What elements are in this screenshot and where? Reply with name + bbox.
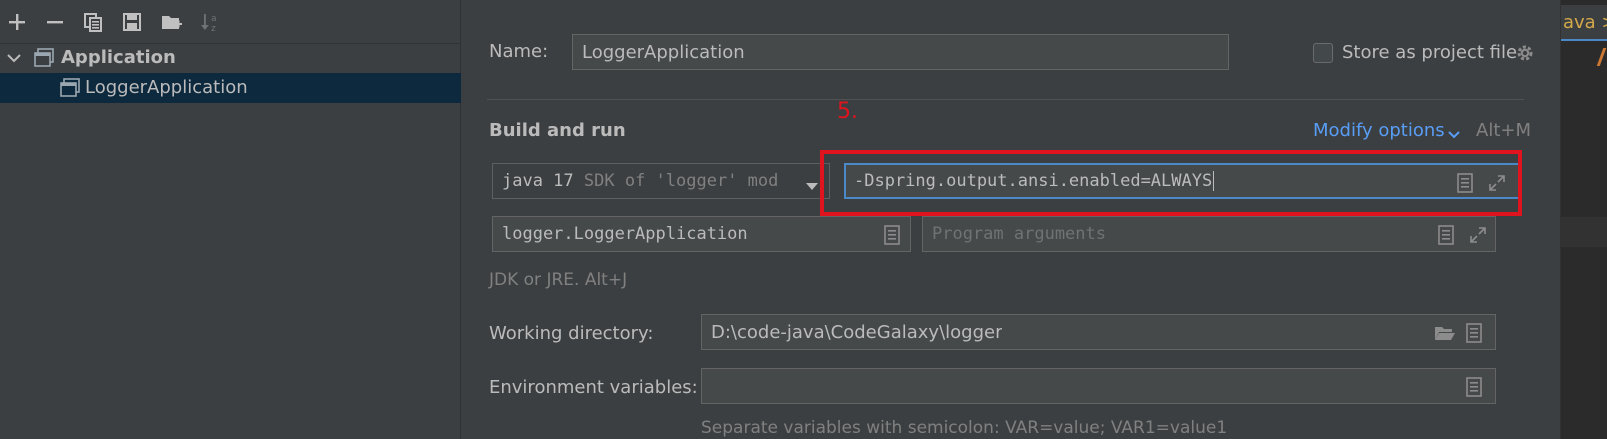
add-icon[interactable] xyxy=(5,10,29,34)
application-config-icon xyxy=(33,47,55,74)
annotation-step-number: 5. xyxy=(837,99,858,124)
gear-icon[interactable] xyxy=(1514,42,1536,69)
jdk-select-value: java 17 xyxy=(502,171,574,191)
expand-icon[interactable] xyxy=(1468,225,1488,245)
store-as-project-file-label: Store as project file xyxy=(1342,42,1518,63)
run-config-editor-pane: Name: LoggerApplication Store as project… xyxy=(462,0,1560,439)
section-divider xyxy=(487,99,1524,100)
jdk-select[interactable]: java 17 SDK of 'logger' mod xyxy=(492,163,830,199)
document-icon[interactable] xyxy=(1464,377,1484,397)
modify-options-shortcut: Alt+M xyxy=(1476,120,1531,141)
folder-open-icon[interactable] xyxy=(1433,323,1457,343)
editor-code-fragment xyxy=(1596,48,1607,66)
environment-variables-hint: Separate variables with semicolon: VAR=v… xyxy=(701,418,1228,438)
editor-tab[interactable]: ava > xyxy=(1561,5,1607,41)
tree-item-label: LoggerApplication xyxy=(85,77,248,98)
name-input[interactable]: LoggerApplication xyxy=(572,34,1229,70)
svg-text:z: z xyxy=(211,24,216,33)
chevron-down-icon[interactable] xyxy=(1447,126,1461,147)
store-as-project-file-checkbox[interactable] xyxy=(1313,43,1333,63)
chevron-down-icon[interactable] xyxy=(805,176,819,197)
document-icon[interactable] xyxy=(882,225,902,245)
working-directory-input[interactable]: D:\code-java\CodeGalaxy\logger xyxy=(701,314,1496,350)
editor-current-line xyxy=(1561,217,1607,247)
tree-group-application[interactable]: Application xyxy=(0,43,461,73)
run-config-list-pane: az Application LoggerApplication xyxy=(0,0,461,439)
modify-options-link[interactable]: Modify options xyxy=(1313,120,1445,141)
chevron-down-icon[interactable] xyxy=(6,50,22,71)
document-icon[interactable] xyxy=(1464,323,1484,343)
save-icon[interactable] xyxy=(120,10,144,34)
name-label: Name: xyxy=(489,41,549,62)
copy-icon[interactable] xyxy=(81,10,105,34)
svg-text:a: a xyxy=(211,14,217,24)
jdk-hint: JDK or JRE. Alt+J xyxy=(489,270,628,290)
editor-tab-label: ava > xyxy=(1563,12,1607,33)
tree-item-loggerapplication[interactable]: LoggerApplication xyxy=(0,73,461,103)
application-config-icon xyxy=(59,77,81,104)
jdk-select-detail: SDK of 'logger' mod xyxy=(583,171,779,191)
annotation-highlight-box xyxy=(820,150,1522,216)
remove-icon[interactable] xyxy=(43,10,67,34)
document-icon[interactable] xyxy=(1436,225,1456,245)
tree-group-label: Application xyxy=(61,47,176,68)
environment-variables-input[interactable] xyxy=(701,368,1496,404)
editor-background: ava > xyxy=(1560,0,1607,439)
main-class-input[interactable]: logger.LoggerApplication xyxy=(492,216,911,252)
sort-icon[interactable]: az xyxy=(198,10,222,34)
config-toolbar: az xyxy=(0,0,461,44)
working-directory-label: Working directory: xyxy=(489,323,654,344)
environment-variables-label: Environment variables: xyxy=(489,377,698,398)
new-folder-icon[interactable] xyxy=(160,10,184,34)
build-and-run-title: Build and run xyxy=(489,120,626,141)
program-arguments-input[interactable]: Program arguments xyxy=(922,216,1496,252)
